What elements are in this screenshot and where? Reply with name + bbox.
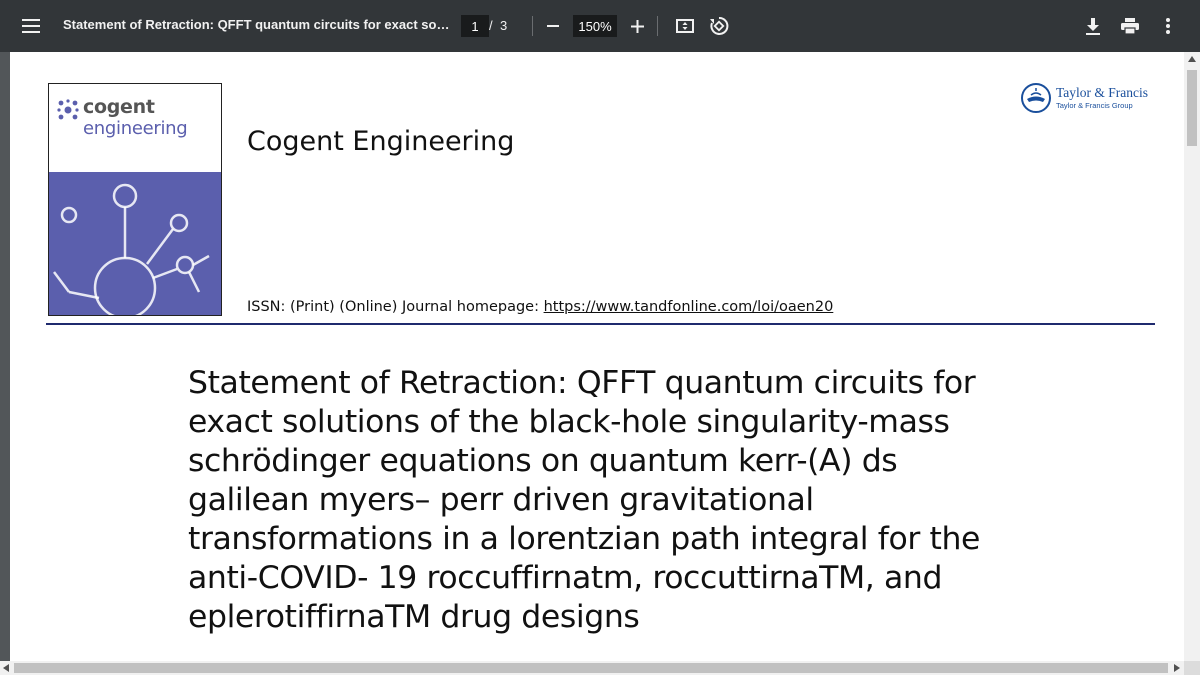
- toolbar-divider: [657, 16, 658, 36]
- scroll-right-arrow-icon: [1174, 664, 1180, 672]
- scroll-up-arrow-icon: [1188, 56, 1196, 62]
- page-separator: /: [489, 18, 493, 33]
- scroll-left-arrow-icon: [3, 664, 9, 672]
- cover-illustration: [49, 172, 221, 315]
- header-divider-rule: [46, 323, 1155, 325]
- publisher-name: Taylor & Francis: [1056, 85, 1149, 100]
- zoom-level-input[interactable]: 150%: [573, 15, 617, 37]
- plus-icon: [630, 19, 644, 33]
- vertical-scrollbar[interactable]: [1184, 52, 1200, 661]
- print-button[interactable]: [1118, 14, 1142, 38]
- cover-logo-area: cogent engineering: [49, 84, 221, 172]
- horizontal-scroll-thumb[interactable]: [14, 663, 1168, 673]
- issn-line: ISSN: (Print) (Online) Journal homepage:…: [247, 299, 833, 315]
- issn-text: ISSN: (Print) (Online) Journal homepage:: [247, 299, 544, 315]
- minus-icon: [547, 25, 559, 27]
- scrollbar-corner: [1184, 661, 1200, 675]
- hamburger-menu-icon[interactable]: [18, 14, 44, 38]
- journal-name: Cogent Engineering: [247, 126, 515, 157]
- publisher-logo: Taylor & Francis Taylor & Francis Group: [1018, 78, 1158, 118]
- taylor-francis-logo-icon: [1021, 83, 1051, 113]
- zoom-out-button[interactable]: [543, 16, 563, 36]
- more-vert-icon: [1166, 18, 1170, 34]
- rotate-button[interactable]: [708, 14, 730, 38]
- molecule-illustration-icon: [53, 183, 210, 315]
- print-icon: [1121, 18, 1139, 34]
- fit-to-page-button[interactable]: [675, 16, 695, 36]
- pdf-page: cogent engineering Cogent Engineering IS…: [10, 52, 1184, 661]
- horizontal-scrollbar[interactable]: [0, 661, 1184, 675]
- current-page-input[interactable]: 1: [461, 15, 489, 37]
- download-icon: [1086, 17, 1100, 35]
- zoom-in-button[interactable]: [627, 16, 647, 36]
- cover-logo-line1: cogent: [83, 96, 155, 118]
- pdf-toolbar: Statement of Retraction: QFFT quantum ci…: [0, 0, 1200, 52]
- fit-to-page-icon: [676, 19, 694, 33]
- vertical-scroll-thumb[interactable]: [1187, 70, 1197, 146]
- more-options-button[interactable]: [1158, 14, 1178, 38]
- publisher-group: Taylor & Francis Group: [1056, 101, 1133, 110]
- journal-cover-image: cogent engineering: [48, 83, 222, 316]
- toolbar-divider: [532, 16, 533, 36]
- document-title: Statement of Retraction: QFFT quantum ci…: [63, 17, 453, 32]
- cover-logo-line2: engineering: [83, 118, 188, 139]
- journal-homepage-link[interactable]: https://www.tandfonline.com/loi/oaen20: [544, 299, 834, 315]
- total-pages: 3: [500, 18, 508, 33]
- cogent-logo-icon: [57, 99, 79, 120]
- download-button[interactable]: [1082, 14, 1104, 38]
- article-title: Statement of Retraction: QFFT quantum ci…: [188, 365, 980, 635]
- rotate-icon: [710, 16, 729, 35]
